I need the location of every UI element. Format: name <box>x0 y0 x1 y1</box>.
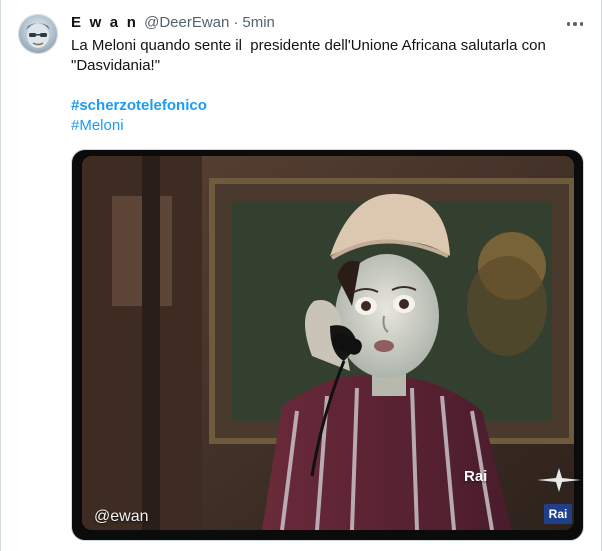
display-name[interactable]: E w a n <box>71 14 138 31</box>
tweet-header: E w a n @DeerEwan · 5min <box>71 14 275 34</box>
tweet-card[interactable]: E w a n @DeerEwan · 5min La Meloni quand… <box>0 0 602 551</box>
broadcaster-badge: Rai <box>544 504 572 524</box>
hashtag-link[interactable]: #Meloni <box>71 116 207 136</box>
separator: · <box>233 14 239 31</box>
video-watermark: @ewan <box>94 508 149 525</box>
avatar[interactable] <box>18 14 58 54</box>
more-horizontal-icon <box>566 22 571 26</box>
hashtag-link[interactable]: #scherzotelefonico <box>71 96 207 116</box>
hashtag-list: #scherzotelefonico #Meloni <box>71 96 207 136</box>
timestamp[interactable]: 5min <box>242 14 275 31</box>
rai-star-icon <box>537 468 581 492</box>
media-image[interactable]: @ewan Rai Rai <box>71 149 584 541</box>
tweet-text: La Meloni quando sente il presidente del… <box>71 36 576 76</box>
tweet-body: La Meloni quando sente il presidente del… <box>71 37 551 74</box>
broadcaster-logo: Rai <box>464 468 488 485</box>
scene-illustration <box>82 156 574 530</box>
more-options-button[interactable] <box>561 12 589 36</box>
video-frame <box>82 156 574 530</box>
user-handle[interactable]: @DeerEwan <box>144 14 229 31</box>
